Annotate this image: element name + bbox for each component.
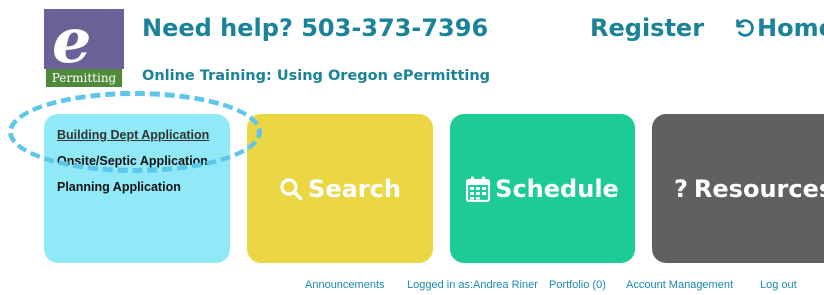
logged-in-user: Logged in as:Andrea Riner — [407, 279, 538, 291]
logo-mark: e — [44, 9, 124, 69]
refresh-icon — [736, 19, 754, 37]
search-icon — [280, 177, 303, 200]
building-dept-application-link[interactable]: Building Dept Application — [57, 128, 209, 142]
schedule-tile[interactable]: Schedule — [450, 114, 635, 263]
footer-links: Announcements Logged in as:Andrea Riner … — [0, 279, 824, 293]
question-mark-icon: ? — [674, 174, 688, 203]
logo-e-glyph: e — [52, 9, 92, 70]
page-subtitle: Online Training: Using Oregon ePermittin… — [142, 68, 491, 84]
resources-label: Resources — [693, 174, 824, 203]
register-link[interactable]: Register — [590, 14, 704, 42]
announcements-link[interactable]: Announcements — [305, 279, 385, 291]
account-management-link[interactable]: Account Management — [626, 279, 733, 291]
portfolio-link[interactable]: Portfolio (0) — [549, 279, 606, 291]
home-label: Home — [757, 14, 824, 42]
home-link[interactable]: Home — [733, 14, 824, 42]
epermitting-logo[interactable]: e Permitting — [44, 9, 124, 87]
search-tile[interactable]: Search — [247, 114, 433, 263]
onsite-septic-application-link[interactable]: Onsite/Septic Application — [57, 154, 208, 168]
calendar-icon — [466, 176, 491, 202]
schedule-label: Schedule — [495, 174, 619, 203]
applications-tile: Building Dept Application Onsite/Septic … — [44, 114, 230, 263]
resources-tile[interactable]: ? Resources — [652, 114, 824, 263]
help-phone-text: Need help? 503-373-7396 — [142, 14, 489, 42]
search-label: Search — [308, 174, 401, 203]
planning-application-link[interactable]: Planning Application — [57, 180, 181, 194]
logo-label: Permitting — [46, 69, 122, 87]
log-out-link[interactable]: Log out — [760, 279, 797, 291]
